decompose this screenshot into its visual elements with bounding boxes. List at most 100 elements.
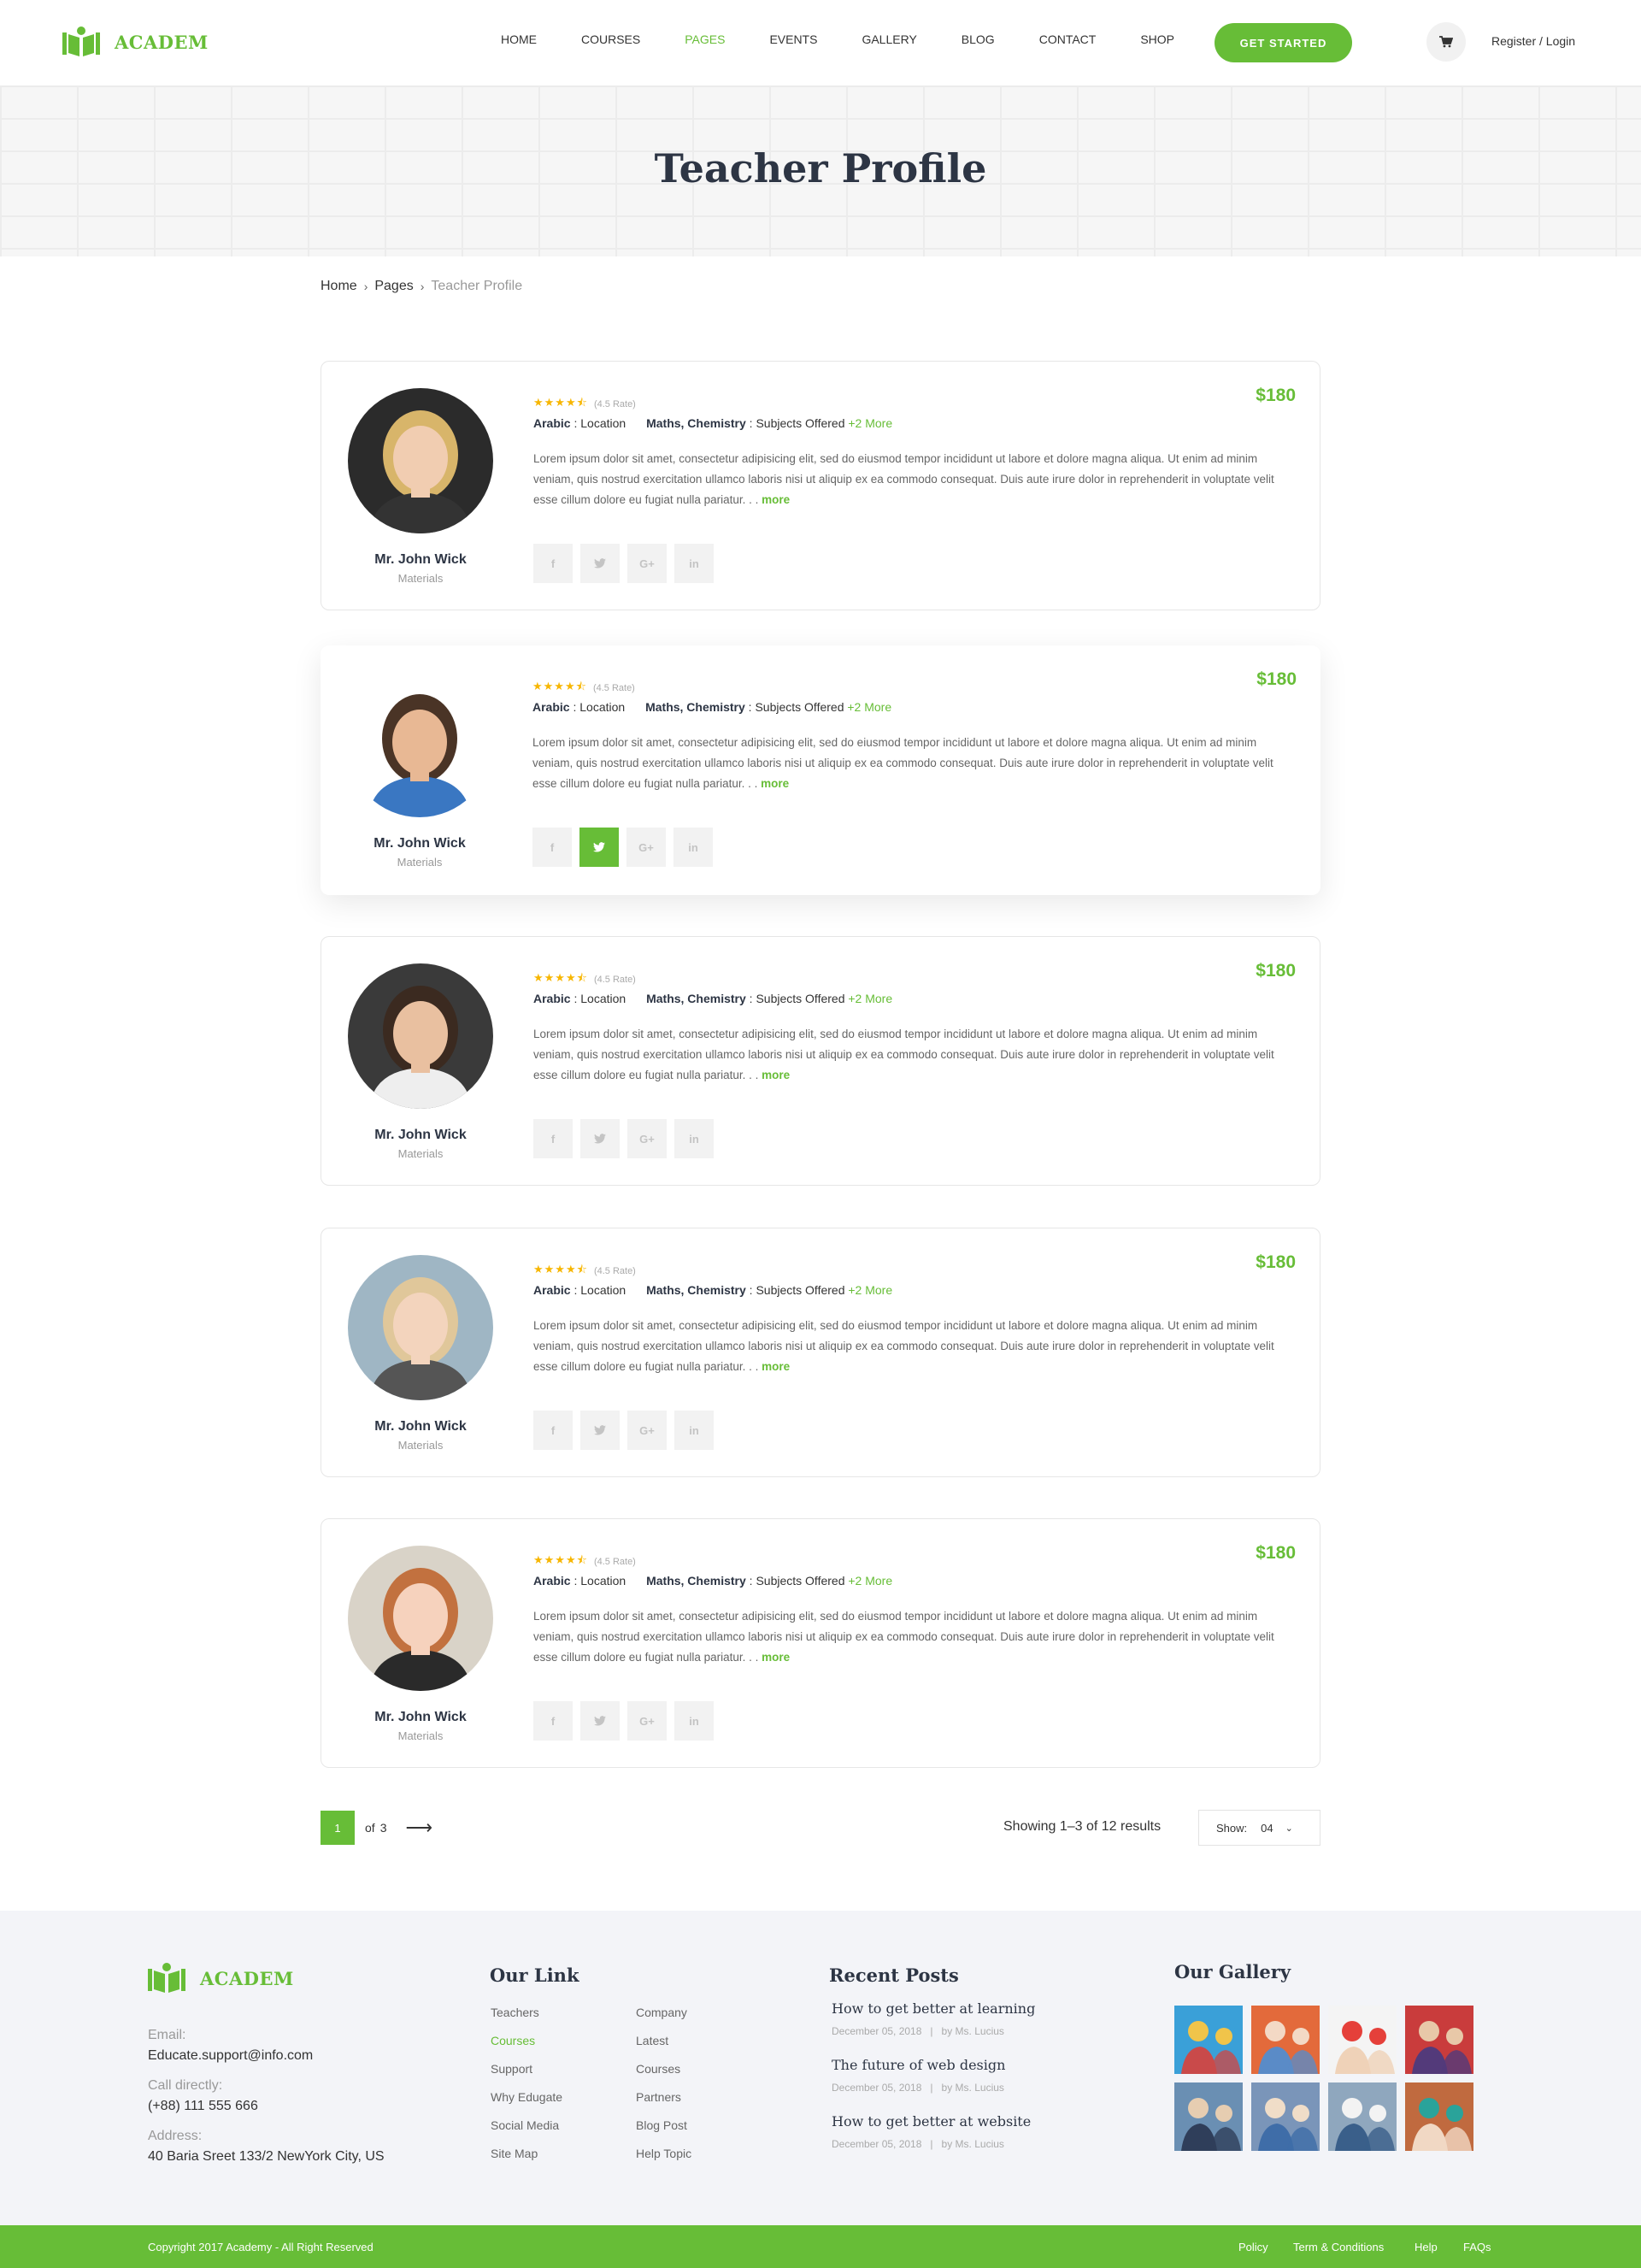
breadcrumb-pages[interactable]: Pages — [374, 279, 413, 294]
teacher-name[interactable]: Mr. John Wick — [321, 836, 519, 851]
gallery-thumbnail[interactable] — [1328, 2082, 1397, 2151]
breadcrumb-home[interactable]: Home — [321, 279, 357, 294]
nav-courses[interactable]: COURSES — [581, 32, 640, 46]
address-value: 40 Baria Sreet 133/2 NewYork City, US — [148, 2149, 385, 2164]
linkedin-button[interactable]: in — [674, 544, 714, 583]
post-divider: | — [924, 2082, 939, 2094]
google-plus-button[interactable]: G+ — [627, 544, 667, 583]
read-more-link[interactable]: more — [762, 493, 790, 506]
teacher-name[interactable]: Mr. John Wick — [321, 552, 520, 568]
nav-events[interactable]: EVENTS — [769, 32, 817, 46]
nav-home[interactable]: HOME — [501, 32, 537, 46]
footer-link[interactable]: Site Map — [491, 2147, 538, 2160]
call-value[interactable]: (+88) 111 555 666 — [148, 2099, 258, 2114]
footer-link[interactable]: Courses — [491, 2034, 535, 2047]
more-subjects-link[interactable]: +2 More — [848, 1574, 892, 1588]
nav-contact[interactable]: CONTACT — [1039, 32, 1097, 46]
arrow-right-icon[interactable]: ⟶ — [405, 1817, 432, 1839]
read-more-link[interactable]: more — [761, 777, 789, 790]
footer-link[interactable]: Partners — [636, 2090, 681, 2104]
google-plus-button[interactable]: G+ — [626, 828, 666, 867]
twitter-button[interactable] — [579, 828, 619, 867]
breadcrumb-current: Teacher Profile — [431, 279, 523, 293]
footer-link[interactable]: Blog Post — [636, 2118, 687, 2132]
page-total[interactable]: 3 — [380, 1821, 387, 1835]
nav-gallery[interactable]: GALLERY — [862, 32, 916, 46]
bottom-bar: Copyright 2017 Academy - All Right Reser… — [0, 2225, 1641, 2268]
twitter-button[interactable] — [580, 544, 620, 583]
teacher-card[interactable]: Mr. John Wick Materials ★★★★⯪ (4.5 Rate)… — [321, 936, 1320, 1186]
gallery-thumbnail[interactable] — [1174, 2006, 1243, 2074]
teacher-card[interactable]: Mr. John Wick Materials ★★★★⯪ (4.5 Rate)… — [321, 1228, 1320, 1477]
get-started-button[interactable]: GET STARTED — [1215, 23, 1352, 62]
post-title[interactable]: The future of web design — [832, 2057, 1005, 2073]
gallery-thumbnail[interactable] — [1405, 2006, 1473, 2074]
nav-blog[interactable]: BLOG — [962, 32, 995, 46]
page-current[interactable]: 1 — [321, 1811, 355, 1845]
twitter-button[interactable] — [580, 1411, 620, 1450]
facebook-button[interactable]: f — [533, 1701, 573, 1741]
linkedin-button[interactable]: in — [674, 1119, 714, 1158]
gallery-thumbnail[interactable] — [1328, 2006, 1397, 2074]
google-plus-button[interactable]: G+ — [627, 1411, 667, 1450]
google-plus-button[interactable]: G+ — [627, 1119, 667, 1158]
linkedin-button[interactable]: in — [674, 1701, 714, 1741]
post-title[interactable]: How to get better at website — [832, 2113, 1031, 2130]
read-more-link[interactable]: more — [762, 1360, 790, 1373]
google-plus-button[interactable]: G+ — [627, 1701, 667, 1741]
facebook-button[interactable]: f — [533, 544, 573, 583]
gallery-photo — [1405, 2082, 1473, 2151]
gallery-thumbnail[interactable] — [1174, 2082, 1243, 2151]
footer-link[interactable]: Courses — [636, 2062, 680, 2076]
logo[interactable]: ACADEM — [62, 26, 209, 58]
footer-link[interactable]: Latest — [636, 2034, 668, 2047]
more-subjects-link[interactable]: +2 More — [848, 992, 892, 1005]
social-links: f G+ in — [533, 1701, 721, 1741]
facebook-button-glyph: f — [550, 1132, 556, 1146]
nav-shop[interactable]: SHOP — [1140, 32, 1174, 46]
teacher-name[interactable]: Mr. John Wick — [321, 1710, 520, 1725]
results-count: Showing 1–3 of 12 results — [1003, 1819, 1162, 1834]
cart-button[interactable] — [1426, 22, 1466, 62]
read-more-link[interactable]: more — [762, 1069, 790, 1081]
footer-link[interactable]: Company — [636, 2006, 687, 2019]
post-author: by Ms. Lucius — [941, 2082, 1004, 2094]
footer-link[interactable]: Social Media — [491, 2118, 559, 2132]
twitter-button[interactable] — [580, 1701, 620, 1741]
footer-link[interactable]: Teachers — [491, 2006, 539, 2019]
show-per-page-select[interactable]: Show: 04 ⌄ — [1198, 1810, 1320, 1846]
linkedin-button[interactable]: in — [674, 1411, 714, 1450]
read-more-link[interactable]: more — [762, 1651, 790, 1664]
more-subjects-link[interactable]: +2 More — [848, 416, 892, 430]
footer-link[interactable]: Why Edugate — [491, 2090, 562, 2104]
facebook-button[interactable]: f — [533, 1411, 573, 1450]
breadcrumb: Home › Pages › Teacher Profile — [321, 279, 522, 294]
help-link[interactable]: Help — [1415, 2241, 1438, 2253]
facebook-button[interactable]: f — [532, 828, 572, 867]
twitter-button[interactable] — [580, 1119, 620, 1158]
policy-link[interactable]: Policy — [1238, 2241, 1268, 2253]
linkedin-button[interactable]: in — [673, 828, 713, 867]
footer-link[interactable]: Help Topic — [636, 2147, 691, 2160]
facebook-button[interactable]: f — [533, 1119, 573, 1158]
register-login-link[interactable]: Register / Login — [1491, 34, 1575, 48]
gallery-thumbnail[interactable] — [1251, 2006, 1320, 2074]
faqs-link[interactable]: FAQs — [1463, 2241, 1491, 2253]
teacher-name[interactable]: Mr. John Wick — [321, 1419, 520, 1434]
google-plus-button-glyph: G+ — [639, 557, 655, 570]
teacher-card[interactable]: Mr. John Wick Materials ★★★★⯪ (4.5 Rate)… — [321, 361, 1320, 610]
teacher-card[interactable]: Mr. John Wick Materials ★★★★⯪ (4.5 Rate)… — [321, 1518, 1320, 1768]
more-subjects-link[interactable]: +2 More — [848, 1283, 892, 1297]
email-value[interactable]: Educate.support@info.com — [148, 2048, 313, 2064]
teacher-name[interactable]: Mr. John Wick — [321, 1128, 520, 1143]
footer-logo[interactable]: ACADEM — [148, 1962, 294, 1994]
teacher-card[interactable]: Mr. John Wick Materials ★★★★⯪ (4.5 Rate)… — [321, 645, 1320, 895]
nav-pages[interactable]: PAGES — [685, 32, 725, 46]
gallery-thumbnail[interactable] — [1405, 2082, 1473, 2151]
linkedin-button-glyph: in — [689, 1132, 699, 1146]
footer-link[interactable]: Support — [491, 2062, 532, 2076]
terms-link[interactable]: Term & Conditions — [1293, 2241, 1384, 2253]
gallery-thumbnail[interactable] — [1251, 2082, 1320, 2151]
post-title[interactable]: How to get better at learning — [832, 2000, 1035, 2017]
more-subjects-link[interactable]: +2 More — [847, 700, 891, 714]
